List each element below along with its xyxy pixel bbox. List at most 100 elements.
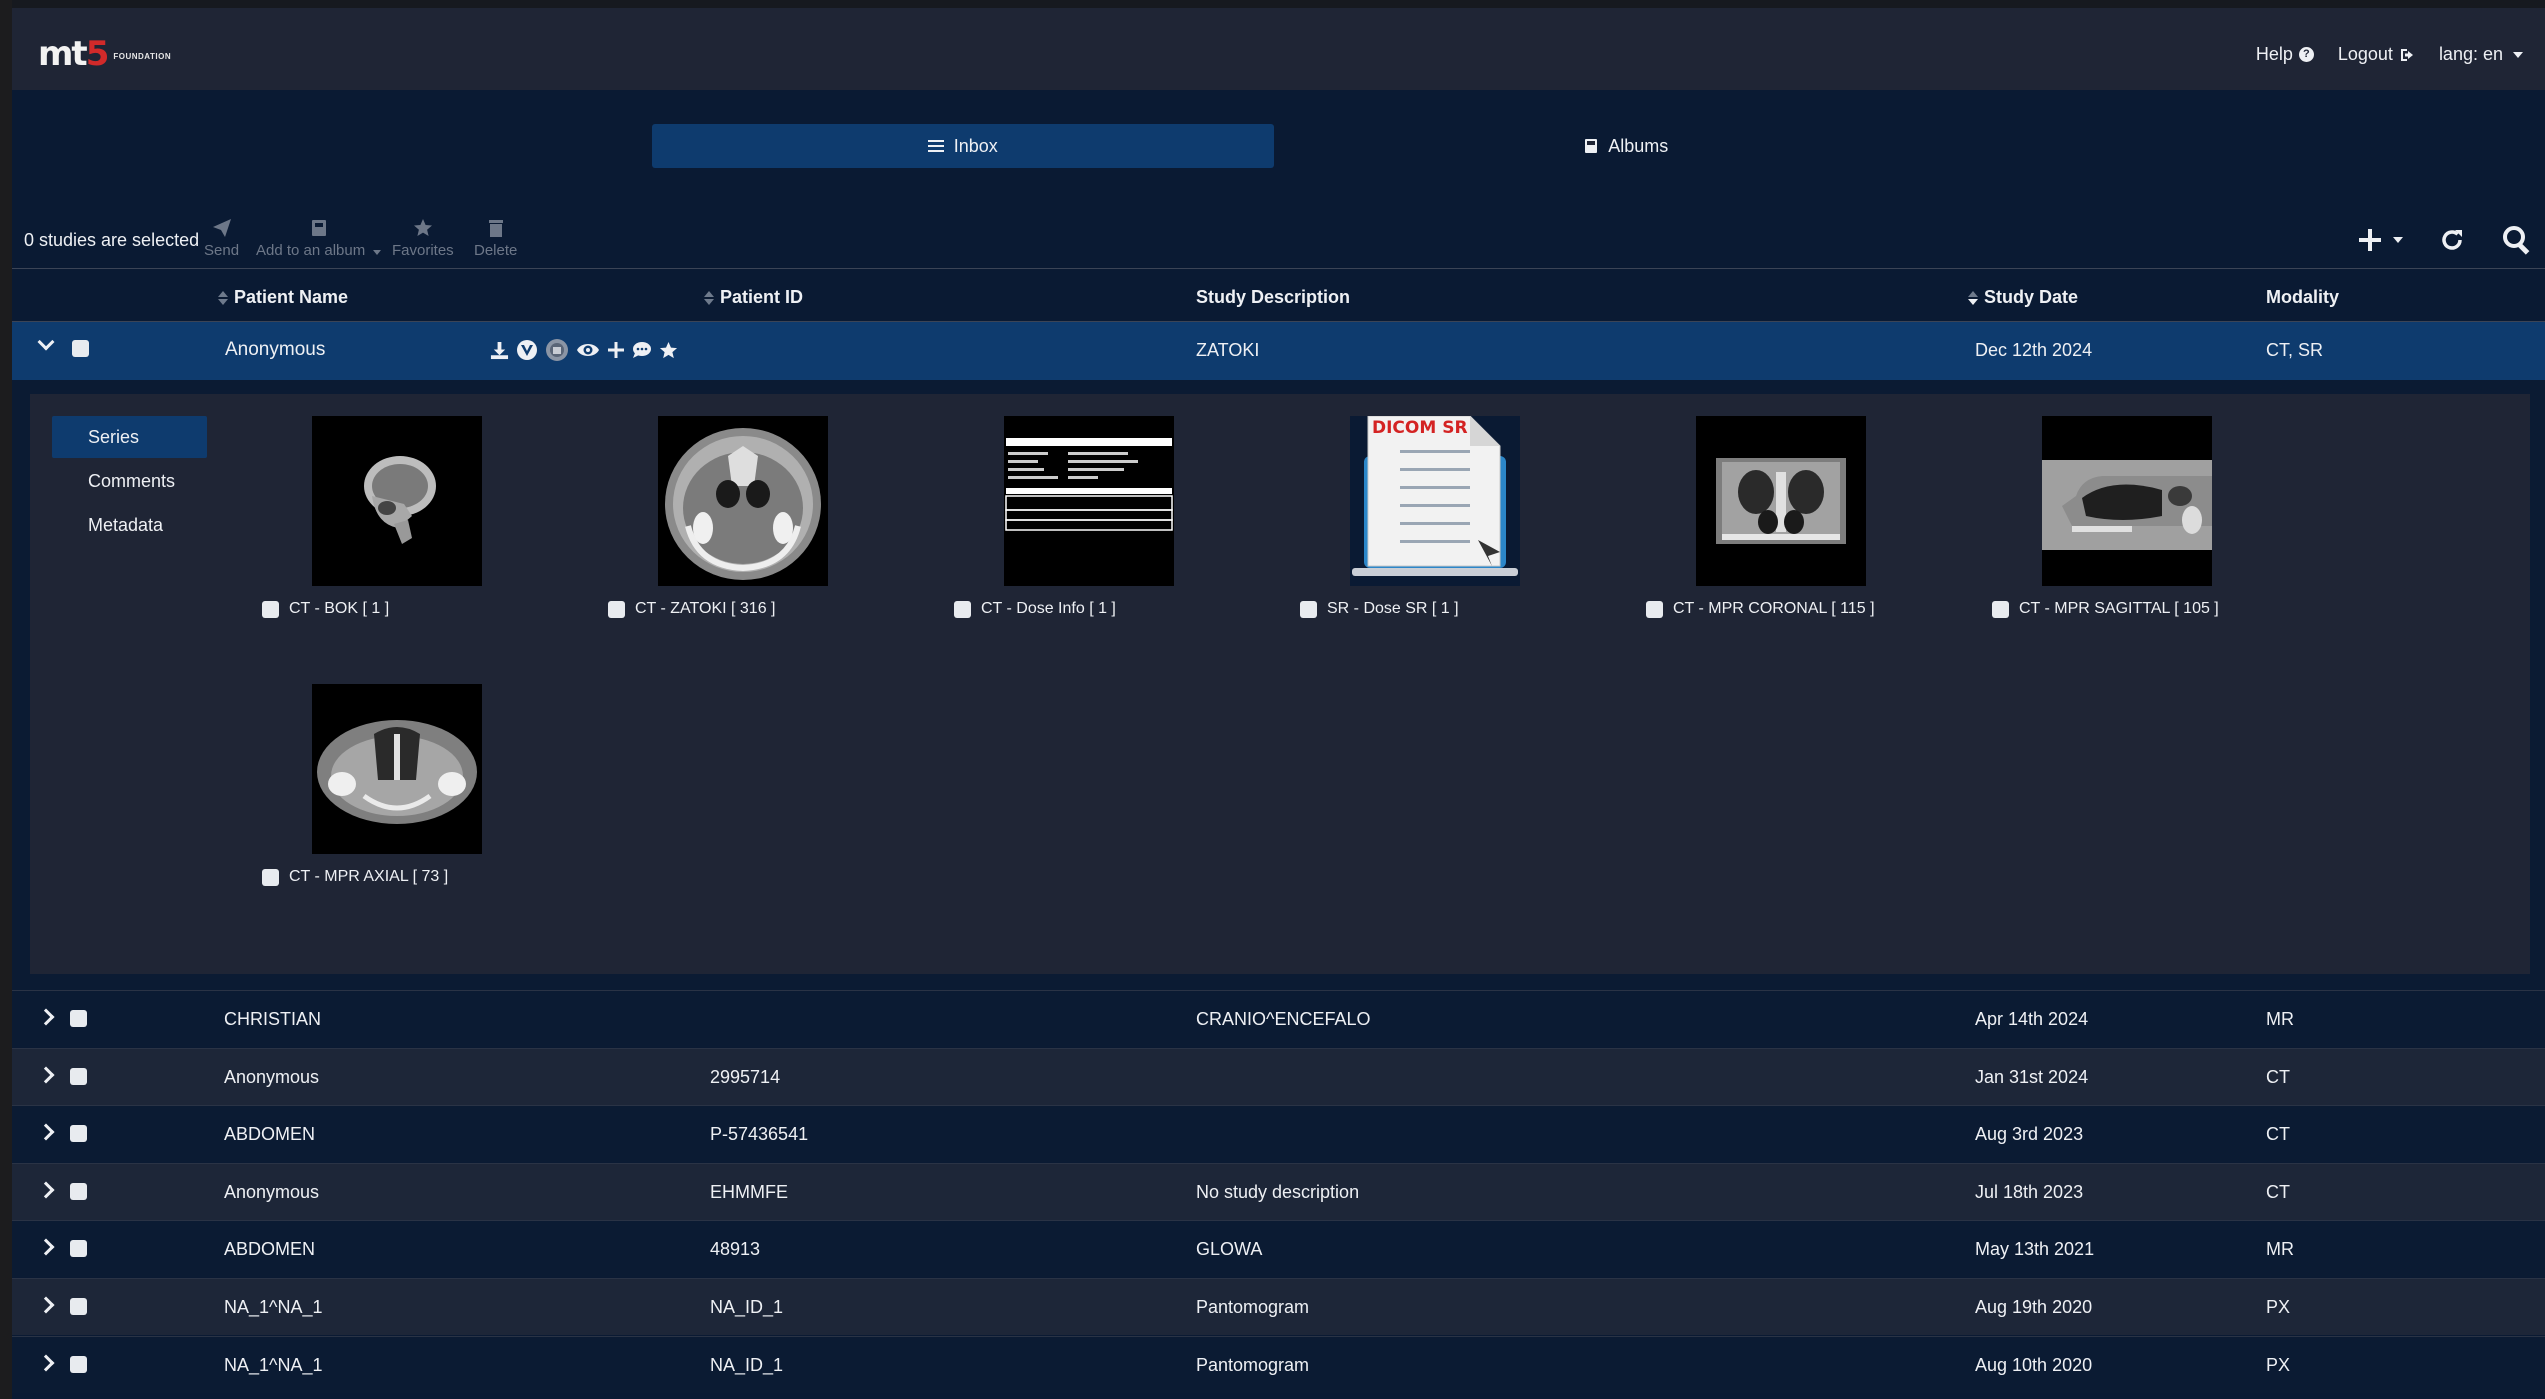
language-dropdown[interactable]: lang: en — [2439, 44, 2523, 65]
viewer-icon[interactable] — [516, 339, 538, 361]
cell-modality: CT — [2266, 1066, 2290, 1087]
row-checkbox[interactable] — [70, 1010, 87, 1027]
series-thumbnail[interactable] — [1004, 416, 1174, 586]
add-to-album-button[interactable]: Add to an album — [256, 218, 382, 259]
series-thumbnail[interactable]: DICOM SR — [1350, 416, 1520, 586]
cell-modality: MR — [2266, 1239, 2294, 1260]
chevron-down-icon[interactable] — [37, 333, 55, 351]
top-nav-links: Help ? Logout lang: en — [2256, 44, 2523, 65]
table-row-expanded[interactable]: Anonymous ZATOKI Dec 12th 2024 CT, SR — [12, 322, 2545, 380]
series-thumbnail[interactable] — [658, 416, 828, 586]
table-header: Patient Name Patient ID Study Descriptio… — [12, 268, 2545, 322]
series-thumbnail[interactable] — [312, 416, 482, 586]
series-checkbox[interactable] — [1646, 600, 1663, 618]
row-checkbox[interactable] — [70, 1067, 87, 1085]
series-thumbnail[interactable] — [1696, 416, 1866, 586]
cell-study-date: Aug 19th 2020 — [1975, 1297, 2093, 1317]
cell-modality: CT — [2266, 1181, 2290, 1202]
view-tabs: Inbox Albums — [652, 124, 1937, 168]
menu-item-metadata[interactable]: Metadata — [52, 504, 207, 546]
series-card[interactable]: CT - MPR AXIAL [ 73 ] — [252, 684, 562, 886]
series-checkbox[interactable] — [262, 868, 279, 886]
series-checkbox[interactable] — [1992, 600, 2009, 618]
series-card[interactable]: DICOM SR SR - Dose SR [ 1 ] — [1290, 416, 1600, 618]
star-icon[interactable] — [659, 341, 678, 360]
cell-study-date: Jul 18th 2023 — [1975, 1181, 2084, 1202]
sort-desc-icon — [1968, 290, 1978, 305]
row-checkbox[interactable] — [70, 1125, 87, 1143]
table-row[interactable]: CHRISTIAN CRANIO^ENCEFALO Apr 14th 2024 MR — [12, 990, 2545, 1047]
series-card[interactable]: CT - Dose Info [ 1 ] — [944, 416, 1254, 618]
header-patient-name[interactable]: Patient Name — [218, 287, 348, 308]
logout-link[interactable]: Logout — [2338, 44, 2415, 65]
table-row[interactable]: Anonymous 2995714 Jan 31st 2024 CT — [12, 1047, 2545, 1105]
search-icon[interactable] — [2501, 224, 2533, 256]
series-card[interactable]: CT - ZATOKI [ 316 ] — [598, 416, 908, 618]
series-card[interactable]: CT - BOK [ 1 ] — [252, 416, 562, 618]
menu-item-series[interactable]: Series — [52, 416, 207, 458]
study-toolbar: 0 studies are selected Send Add to an al… — [12, 210, 2545, 266]
weasis-icon[interactable] — [545, 338, 569, 362]
chevron-right-icon[interactable] — [37, 1008, 55, 1026]
favorites-button[interactable]: Favorites — [392, 218, 454, 259]
refresh-icon[interactable] — [2439, 227, 2465, 253]
tab-inbox[interactable]: Inbox — [652, 124, 1274, 168]
series-card[interactable]: CT - MPR SAGITTAL [ 105 ] — [1982, 416, 2292, 618]
table-row[interactable]: Anonymous EHMMFE No study description Jul 1… — [12, 1162, 2545, 1220]
series-label: CT - ZATOKI [ 316 ] — [635, 600, 776, 617]
cell-patient-name: NA_1^NA_1 — [224, 1297, 323, 1317]
chevron-right-icon[interactable] — [37, 1123, 55, 1141]
chevron-right-icon[interactable] — [37, 1066, 55, 1084]
header-study-description-label: Study Description — [1196, 287, 1351, 307]
selection-count: 0 studies are selected — [24, 230, 200, 250]
add-dropdown-button[interactable] — [2357, 227, 2403, 253]
comment-icon[interactable] — [632, 341, 652, 359]
series-checkbox[interactable] — [608, 600, 625, 618]
cell-patient-name: Anonymous — [225, 339, 326, 360]
row-checkbox[interactable] — [70, 1355, 87, 1373]
chevron-right-icon[interactable] — [37, 1238, 55, 1256]
study-detail-panel: Series Comments Metadata CT - BOK [1] … — [30, 394, 2530, 974]
help-label: Help — [2255, 44, 2293, 64]
header-study-date[interactable]: Study Date — [1968, 287, 2078, 308]
table-row[interactable]: NA_1^NA_1 NA_ID_1 Pantomogram Aug 19th 2020… — [12, 1278, 2545, 1335]
series-checkbox[interactable] — [262, 600, 279, 618]
header-study-description[interactable]: Study Description — [1196, 287, 1350, 308]
chevron-right-icon[interactable] — [37, 1181, 55, 1199]
series-thumbnail[interactable] — [2042, 416, 2212, 586]
cell-study-description: GLOWA — [1196, 1239, 1263, 1260]
axial-ct-image — [665, 428, 821, 580]
header-patient-id[interactable]: Patient ID — [704, 287, 803, 308]
series-thumbnail[interactable] — [312, 684, 482, 854]
series-checkbox[interactable] — [1300, 600, 1317, 618]
question-circle-icon: ? — [2298, 47, 2314, 62]
table-row[interactable]: NA_1^NA_1 NA_ID_1 Pantomogram Aug 10th 2020… — [12, 1335, 2545, 1393]
tab-inbox-label: Inbox — [953, 135, 998, 156]
series-label-row: CT - MPR CORONAL [ 115 ] — [1646, 600, 1946, 618]
table-row[interactable]: ABDOMEN 48913 GLOWA May 13th 2021 MR — [12, 1220, 2545, 1278]
cell-patient-name: Anonymous — [224, 1181, 320, 1202]
header-modality[interactable]: Modality — [2266, 287, 2339, 308]
table-row[interactable]: ABDOMEN P-57436541 Aug 3rd 2023 CT — [12, 1105, 2545, 1163]
row-checkbox[interactable] — [70, 1240, 87, 1258]
download-icon[interactable] — [490, 341, 509, 360]
row-checkbox[interactable] — [70, 1182, 87, 1200]
eye-icon[interactable] — [576, 340, 600, 360]
delete-button[interactable]: Delete — [474, 218, 517, 259]
logo[interactable]: mt5 FOUNDATION — [38, 34, 171, 74]
chevron-right-icon[interactable] — [37, 1354, 55, 1372]
series-card[interactable]: CT - MPR CORONAL [ 115 ] — [1636, 416, 1946, 618]
row-checkbox[interactable] — [72, 340, 89, 357]
right-tools — [2357, 224, 2533, 256]
send-button[interactable]: Send — [204, 218, 239, 259]
series-checkbox[interactable] — [954, 600, 971, 618]
plus-icon[interactable] — [607, 341, 625, 359]
cell-study-date: Dec 12th 2024 — [1975, 340, 2093, 360]
cell-patient-id: P-57436541 — [710, 1124, 809, 1145]
help-link[interactable]: Help ? — [2256, 44, 2314, 65]
row-checkbox[interactable] — [70, 1298, 87, 1315]
menu-item-comments[interactable]: Comments — [52, 460, 207, 502]
trash-icon — [488, 220, 503, 237]
tab-albums[interactable]: Albums — [1316, 124, 1938, 168]
chevron-right-icon[interactable] — [37, 1296, 55, 1314]
